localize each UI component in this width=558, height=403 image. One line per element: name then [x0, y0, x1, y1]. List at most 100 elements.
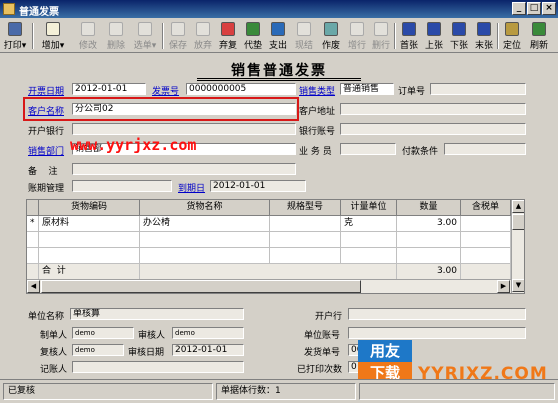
close-button[interactable]: × — [542, 2, 556, 15]
status-state: 已复核 — [3, 383, 213, 400]
vertical-scroll-thumb[interactable] — [512, 214, 524, 230]
cell-price[interactable] — [461, 216, 511, 232]
customer-field[interactable]: 分公司02 — [72, 103, 296, 115]
last-record-button[interactable]: 末张 — [473, 21, 495, 51]
column-header-code[interactable]: 货物编码 — [39, 200, 140, 216]
cell-unit[interactable] — [341, 232, 397, 248]
scroll-left-icon[interactable]: ◀ — [27, 280, 40, 293]
account-mgmt-field[interactable] — [72, 180, 172, 192]
cell-price[interactable] — [461, 232, 511, 248]
void-button[interactable]: 作废 — [319, 21, 343, 51]
cash-settle-button[interactable]: 现结 — [293, 21, 315, 51]
column-header-spec[interactable]: 规格型号 — [270, 200, 341, 216]
watermark-url: www.yyrjxz.com — [70, 136, 197, 154]
add-row-button[interactable]: 增行 — [346, 21, 368, 51]
delete-button[interactable]: 删除 — [104, 21, 128, 51]
expense-button[interactable]: 支出 — [267, 21, 289, 51]
toolbar-separator — [162, 23, 164, 49]
cell-unit[interactable]: 克 — [341, 216, 397, 232]
print-button[interactable]: 打印▾ — [2, 21, 28, 51]
cancel-icon — [196, 22, 210, 36]
previous-record-button[interactable]: 上张 — [423, 21, 445, 51]
locate-button[interactable]: 定位 — [501, 21, 523, 51]
cell-code[interactable] — [39, 248, 140, 264]
opening-bank-field[interactable] — [348, 308, 526, 320]
cell-price[interactable] — [461, 248, 511, 264]
auditor-field[interactable]: demo — [172, 327, 244, 339]
bank-field[interactable] — [72, 123, 296, 135]
next-record-button[interactable]: 下张 — [448, 21, 470, 51]
total-blank — [140, 264, 397, 280]
sales-type-label: 销售类型 — [299, 87, 336, 97]
select-list-button[interactable]: 选单▾ — [131, 21, 159, 51]
select-list-icon — [138, 22, 152, 36]
invoice-form: 销售普通发票 开票日期 2012-01-01 发票号 0000000005 销售… — [2, 54, 556, 376]
cell-spec[interactable] — [270, 248, 341, 264]
company-account-label: 单位账号 — [304, 331, 341, 341]
delete-row-icon — [374, 22, 388, 36]
cell-spec[interactable] — [270, 216, 341, 232]
advance-payment-button[interactable]: 代垫 — [242, 21, 264, 51]
edit-button[interactable]: 修改 — [76, 21, 100, 51]
account-mgmt-label: 账期管理 — [28, 184, 65, 194]
payment-terms-field[interactable] — [444, 143, 526, 155]
cancel-button[interactable]: 放弃 — [192, 21, 214, 51]
vertical-scrollbar[interactable]: ▲ ▼ — [511, 200, 524, 293]
cell-qty[interactable] — [397, 232, 461, 248]
printer-icon — [8, 22, 22, 36]
cell-qty[interactable] — [397, 248, 461, 264]
scroll-up-icon[interactable]: ▲ — [512, 200, 524, 213]
remarks-field[interactable] — [72, 163, 296, 175]
review-date-label: 审核日期 — [128, 348, 165, 358]
invoice-no-field[interactable]: 0000000005 — [186, 83, 296, 95]
invoice-date-field[interactable]: 2012-01-01 — [72, 83, 146, 95]
bank-account-field[interactable] — [340, 123, 526, 135]
column-header-name[interactable]: 货物名称 — [140, 200, 270, 216]
cell-name[interactable]: 办公椅 — [140, 216, 270, 232]
review-date-field[interactable]: 2012-01-01 — [172, 344, 244, 356]
column-header-qty[interactable]: 数量 — [397, 200, 461, 216]
maximize-button[interactable]: □ — [527, 2, 541, 15]
due-date-field[interactable]: 2012-01-01 — [210, 180, 306, 192]
save-button[interactable]: 保存 — [167, 21, 189, 51]
cell-qty[interactable]: 3.00 — [397, 216, 461, 232]
row-marker — [27, 248, 39, 264]
scroll-down-icon[interactable]: ▼ — [512, 279, 524, 292]
column-header-price[interactable]: 含税单 — [461, 200, 511, 216]
review-button[interactable]: 弃复 — [217, 21, 239, 51]
order-no-label: 订单号 — [398, 87, 426, 97]
horizontal-scroll-thumb[interactable] — [41, 280, 361, 293]
maker-field[interactable]: demo — [72, 327, 134, 339]
delete-row-button[interactable]: 删行 — [370, 21, 392, 51]
reviewer-field[interactable]: demo — [72, 344, 124, 356]
printed-count-label: 已打印次数 — [297, 365, 343, 375]
payment-terms-label: 付款条件 — [402, 147, 439, 157]
cell-name[interactable] — [140, 248, 270, 264]
cell-spec[interactable] — [270, 232, 341, 248]
form-title: 销售普通发票 — [231, 63, 327, 79]
refresh-button[interactable]: 刷新 — [527, 21, 551, 51]
salesperson-field[interactable] — [340, 143, 396, 155]
cell-unit[interactable] — [341, 248, 397, 264]
remarks-label: 备 注 — [28, 167, 58, 177]
bookkeeper-field[interactable] — [72, 361, 244, 373]
customer-address-field[interactable] — [340, 103, 526, 115]
column-header-unit[interactable]: 计量单位 — [341, 200, 397, 216]
company-account-field[interactable] — [348, 327, 526, 339]
cell-code[interactable] — [39, 232, 140, 248]
toolbar-separator — [497, 23, 499, 49]
scroll-right-icon[interactable]: ▶ — [497, 280, 510, 293]
department-label: 销售部门 — [28, 147, 65, 157]
cell-name[interactable] — [140, 232, 270, 248]
status-bar: 已复核 单据体行数：1 — [0, 379, 558, 403]
minimize-button[interactable]: _ — [512, 2, 526, 15]
first-record-button[interactable]: 首张 — [398, 21, 420, 51]
order-no-field[interactable] — [430, 83, 526, 95]
add-button[interactable]: 增加▾ — [38, 21, 68, 51]
horizontal-scrollbar[interactable]: ◀ ▶ — [27, 279, 511, 293]
cell-code[interactable]: 原材料 — [39, 216, 140, 232]
row-marker — [27, 232, 39, 248]
company-field[interactable]: 单核算 — [70, 308, 244, 320]
sales-type-field[interactable]: 普通销售 — [340, 83, 394, 95]
bookkeeper-label: 记账人 — [40, 365, 68, 375]
